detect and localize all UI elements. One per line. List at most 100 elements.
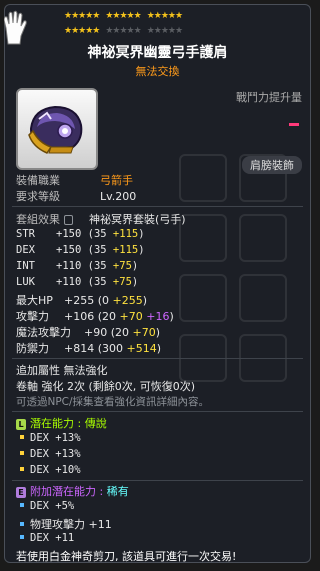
additional-potential-line: 物理攻擊力 +11 bbox=[16, 516, 112, 532]
star-group: ★★★★★ bbox=[146, 11, 183, 21]
stat-bonus: +115 bbox=[112, 228, 139, 240]
stat-total: +150 bbox=[56, 244, 82, 256]
bullet-icon bbox=[20, 522, 24, 526]
potential-line-text: DEX +13% bbox=[30, 432, 81, 444]
stat-row: LUK +110 (35 +75) bbox=[16, 276, 138, 288]
potential-line: DEX +13% bbox=[16, 432, 81, 444]
stat-close: ) bbox=[131, 276, 139, 288]
lock-icon bbox=[64, 215, 73, 225]
stat-name: 最大HP bbox=[16, 294, 53, 307]
set-value: 神祕冥界套裝(弓手) bbox=[89, 213, 186, 226]
potential-header: L 潛在能力 : 傳說 bbox=[16, 415, 107, 431]
potential-line-text: DEX +10% bbox=[30, 464, 81, 476]
epic-tag-icon: E bbox=[16, 486, 26, 498]
stat-row: 攻擊力 +106 (20 +70 +16) bbox=[16, 308, 174, 324]
stat-bonus: +75 bbox=[112, 276, 132, 288]
scroll-value: 2次 (剩餘0次, 可恢復0次) bbox=[67, 380, 196, 393]
potential-line-text: DEX +13% bbox=[30, 448, 81, 460]
item-name: 神祕冥界幽靈弓手護肩 bbox=[87, 45, 228, 61]
power-change-indicator bbox=[289, 123, 299, 126]
star-group-empty: ★★★★★ bbox=[146, 26, 183, 36]
additional-potential-grade: 稀有 bbox=[106, 485, 129, 498]
trade-footer: 若使用白金神奇剪刀, 該道具可進行一次交易! bbox=[16, 550, 237, 563]
stat-name: DEX bbox=[16, 244, 35, 256]
star-group: ★★★★★ bbox=[105, 11, 141, 21]
divider bbox=[12, 358, 303, 359]
stat-row: 魔法攻擊力 +90 (20 +70) bbox=[16, 324, 160, 340]
set-row: 套組效果 神祕冥界套裝(弓手) bbox=[16, 211, 186, 227]
stat-total: +150 bbox=[56, 228, 82, 240]
bullet-icon bbox=[20, 503, 24, 507]
level-label: 要求等級 bbox=[16, 190, 60, 203]
star-force-row-1: ★★★★★ ★★★★★ ★★★★★ bbox=[64, 11, 284, 21]
stat-name: 攻擊力 bbox=[16, 310, 49, 323]
background-decoration bbox=[179, 154, 304, 414]
stat-name: 魔法攻擊力 bbox=[16, 326, 71, 339]
job-row: 裝備職業 弓箭手 bbox=[16, 172, 133, 188]
equip-slot-badge: 肩膀裝飾 bbox=[242, 156, 302, 174]
legendary-tag-icon: L bbox=[16, 418, 26, 430]
npc-note: 可透過NPC/採集查看強化資訊詳細內容。 bbox=[16, 396, 210, 408]
bullet-icon bbox=[20, 535, 24, 539]
stat-base: (300 bbox=[97, 342, 124, 355]
additional-potential-line-text: DEX +5% bbox=[30, 500, 75, 512]
potential-line: DEX +13% bbox=[16, 448, 81, 460]
stat-bonus: +75 bbox=[112, 260, 132, 272]
stat-total: +90 bbox=[84, 326, 108, 339]
divider bbox=[12, 480, 303, 481]
stat-close: ) bbox=[156, 342, 162, 355]
additional-potential-label: 附加潛在能力 : bbox=[30, 485, 104, 498]
stat-bonus: +70 bbox=[119, 310, 143, 323]
additional-potential-line-text: DEX +11 bbox=[30, 532, 75, 544]
additional-potential-line-text: 物理攻擊力 +11 bbox=[30, 518, 112, 531]
job-label: 裝備職業 bbox=[16, 174, 60, 187]
star-group-empty: ★★★★★ bbox=[105, 26, 141, 36]
stat-close: ) bbox=[169, 310, 174, 323]
stat-row: 最大HP +255 (0 +255) bbox=[16, 292, 147, 308]
stat-bonus: +255 bbox=[112, 294, 143, 307]
stat-total: +255 bbox=[64, 294, 95, 307]
stat-total: +814 bbox=[64, 342, 95, 355]
shoulder-armor-icon bbox=[28, 105, 83, 154]
stat-close: ) bbox=[131, 260, 139, 272]
scroll-row: 卷軸 強化 2次 (剩餘0次, 可恢復0次) bbox=[16, 378, 195, 394]
potential-line: DEX +10% bbox=[16, 464, 81, 476]
stat-name: 防禦力 bbox=[16, 342, 49, 355]
stat-close: ) bbox=[155, 326, 161, 339]
potential-grade: 傳說 bbox=[84, 417, 107, 430]
stat-bonus: +514 bbox=[126, 342, 157, 355]
stat-base: (35 bbox=[87, 260, 107, 272]
stat-enhance: +16 bbox=[146, 310, 170, 323]
hand-cursor-icon bbox=[4, 10, 27, 45]
stat-bonus: +70 bbox=[132, 326, 156, 339]
stat-row: INT +110 (35 +75) bbox=[16, 260, 138, 272]
stat-row: 防禦力 +814 (300 +514) bbox=[16, 340, 161, 356]
bullet-icon bbox=[20, 467, 24, 471]
job-value: 弓箭手 bbox=[100, 174, 133, 187]
level-value: Lv.200 bbox=[100, 190, 137, 203]
stat-name: STR bbox=[16, 228, 35, 240]
stat-close: ) bbox=[138, 244, 145, 256]
stat-close: ) bbox=[138, 228, 145, 240]
stat-bonus: +115 bbox=[112, 244, 139, 256]
star-group: ★★★★★ bbox=[64, 26, 100, 36]
additional-potential-line: DEX +5% bbox=[16, 500, 74, 512]
stat-base: (20 bbox=[97, 310, 117, 323]
scroll-label: 卷軸 強化 bbox=[16, 380, 64, 393]
stat-row: DEX +150 (35 +115) bbox=[16, 244, 145, 256]
extra-property-label: 追加屬性 bbox=[16, 364, 60, 377]
level-row: 要求等級 Lv.200 bbox=[16, 188, 136, 204]
extra-property-row: 追加屬性 無法強化 bbox=[16, 362, 108, 378]
divider bbox=[12, 206, 303, 207]
stat-name: INT bbox=[16, 260, 35, 272]
bullet-icon bbox=[20, 435, 24, 439]
item-tooltip: ★★★★★ ★★★★★ ★★★★★ ★★★★★ ★★★★★ ★★★★★ 神祕冥界… bbox=[4, 4, 311, 563]
stat-name: LUK bbox=[16, 276, 35, 288]
extra-property-value: 無法強化 bbox=[63, 364, 108, 377]
star-group: ★★★★★ bbox=[64, 11, 100, 21]
divider bbox=[12, 411, 303, 412]
stat-total: +110 bbox=[56, 276, 82, 288]
stat-base: (35 bbox=[87, 244, 107, 256]
stat-total: +110 bbox=[56, 260, 82, 272]
stat-base: (0 bbox=[97, 294, 110, 307]
